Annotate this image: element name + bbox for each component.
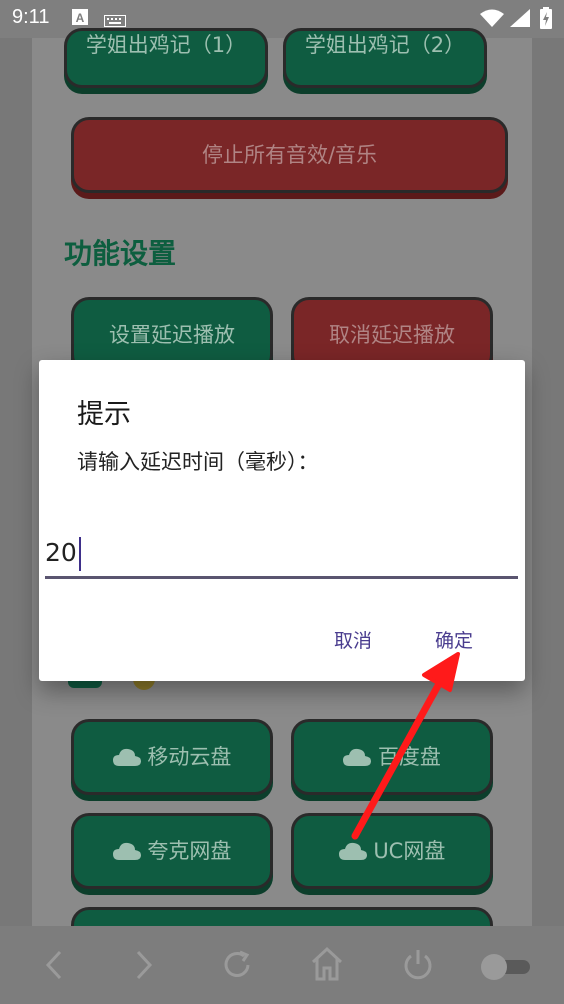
red-arrow-annotation [351,652,460,840]
